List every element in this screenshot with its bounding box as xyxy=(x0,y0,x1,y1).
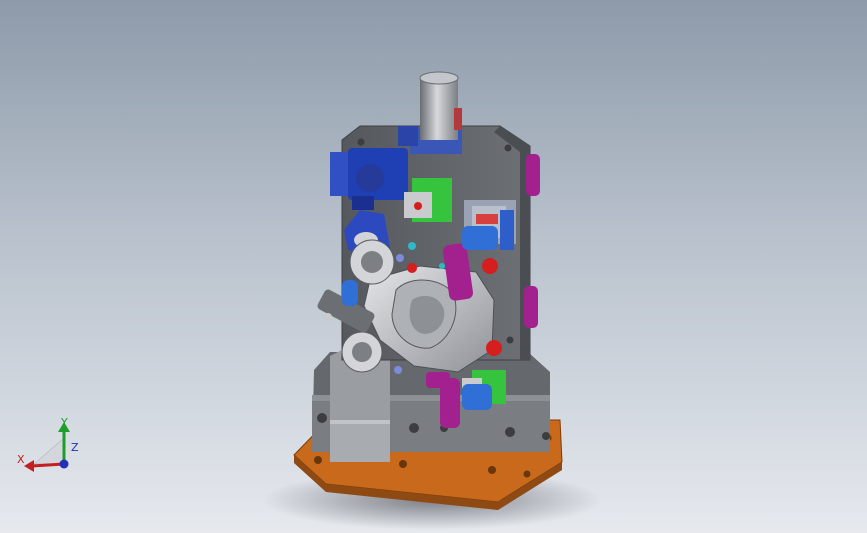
3d-viewport[interactable]: X Y Z xyxy=(0,0,867,533)
x-axis-label: X xyxy=(17,453,25,466)
coordinate-triad: X Y Z xyxy=(14,414,84,474)
y-axis-label: Y xyxy=(61,416,68,429)
top-cylinder xyxy=(398,71,462,154)
z-axis-label: Z xyxy=(71,441,79,454)
fixture-assembly-model[interactable] xyxy=(0,0,867,533)
